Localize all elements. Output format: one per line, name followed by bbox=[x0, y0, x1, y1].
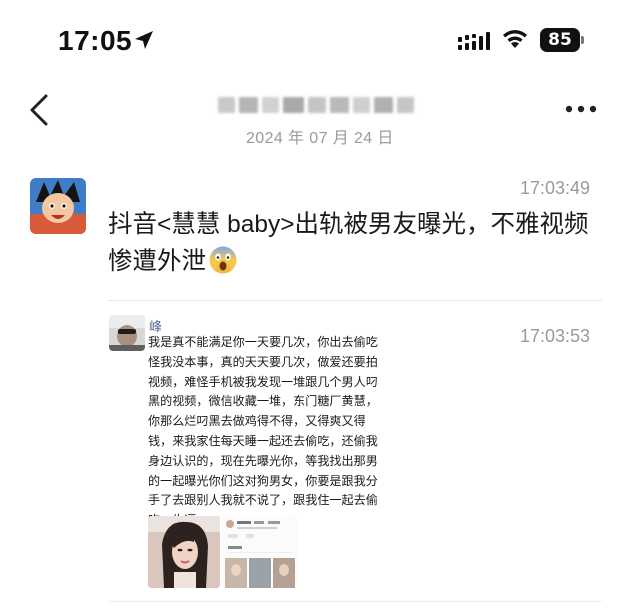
chat-screen: 17:05 85 2024 年 07 月 24 日 17:03:49 抖音<慧慧… bbox=[0, 0, 622, 609]
battery-icon: 85 bbox=[540, 28, 584, 52]
location-arrow-icon bbox=[135, 31, 153, 49]
cellular-signal-icon bbox=[458, 32, 490, 50]
back-chevron-icon[interactable] bbox=[26, 93, 54, 127]
selfie-photo-image bbox=[148, 516, 220, 588]
chat-date: 2024 年 07 月 24 日 bbox=[246, 130, 394, 147]
sender-avatar[interactable] bbox=[109, 315, 145, 351]
more-icon[interactable] bbox=[565, 104, 597, 114]
battery-tip bbox=[581, 36, 584, 44]
divider bbox=[108, 601, 602, 602]
message-timestamp: 17:03:53 bbox=[520, 326, 591, 346]
status-bar: 17:05 85 bbox=[0, 0, 622, 78]
status-time: 17:05 bbox=[58, 25, 133, 56]
sender-photo-image bbox=[109, 315, 145, 351]
message-body: 抖音<慧慧 baby>出轨被男友曝光，不雅视频惨遭外泄 bbox=[108, 211, 589, 275]
wifi-icon bbox=[503, 30, 527, 48]
cartoon-avatar-image bbox=[30, 178, 86, 234]
forwarded-message-text[interactable]: 我是真不能满足你一天要几次，你出去偷吃怪我没本事，真的天天要几次，做爱还要拍视频… bbox=[148, 333, 383, 531]
battery-level: 85 bbox=[540, 28, 580, 52]
message-text[interactable]: 抖音<慧慧 baby>出轨被男友曝光，不雅视频惨遭外泄 bbox=[108, 206, 600, 280]
profile-screenshot-image bbox=[222, 516, 298, 588]
avatar[interactable] bbox=[30, 178, 86, 234]
screaming-face-emoji-icon bbox=[209, 246, 237, 274]
attachment-photo-profile-screenshot[interactable] bbox=[222, 516, 298, 588]
attachment-photo-selfie[interactable] bbox=[148, 516, 220, 588]
divider bbox=[108, 300, 602, 301]
chat-title-redacted bbox=[218, 92, 414, 118]
message-timestamp: 17:03:49 bbox=[520, 178, 591, 198]
